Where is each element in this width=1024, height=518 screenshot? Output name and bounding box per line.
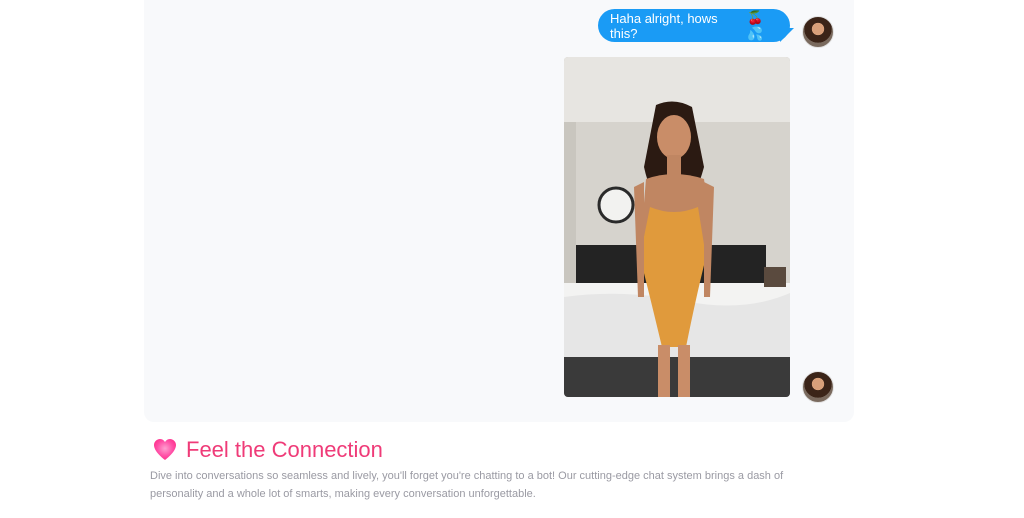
pink-heart-icon (154, 439, 176, 460)
bubble-tail (780, 28, 794, 42)
avatar[interactable] (802, 16, 834, 48)
chat-panel: Haha alright, hows this? 🍒💦 (144, 0, 854, 422)
message-text: Haha alright, hows this? (610, 10, 718, 41)
avatar[interactable] (802, 371, 834, 403)
photo-illustration (564, 57, 790, 397)
feature-title: Feel the Connection (186, 437, 383, 462)
feature-description: Dive into conversations so seamless and … (150, 470, 784, 500)
message-bubble: Haha alright, hows this? 🍒💦 (598, 9, 790, 42)
message-emojis: 🍒💦 (747, 9, 764, 41)
chat-image[interactable] (564, 57, 790, 397)
